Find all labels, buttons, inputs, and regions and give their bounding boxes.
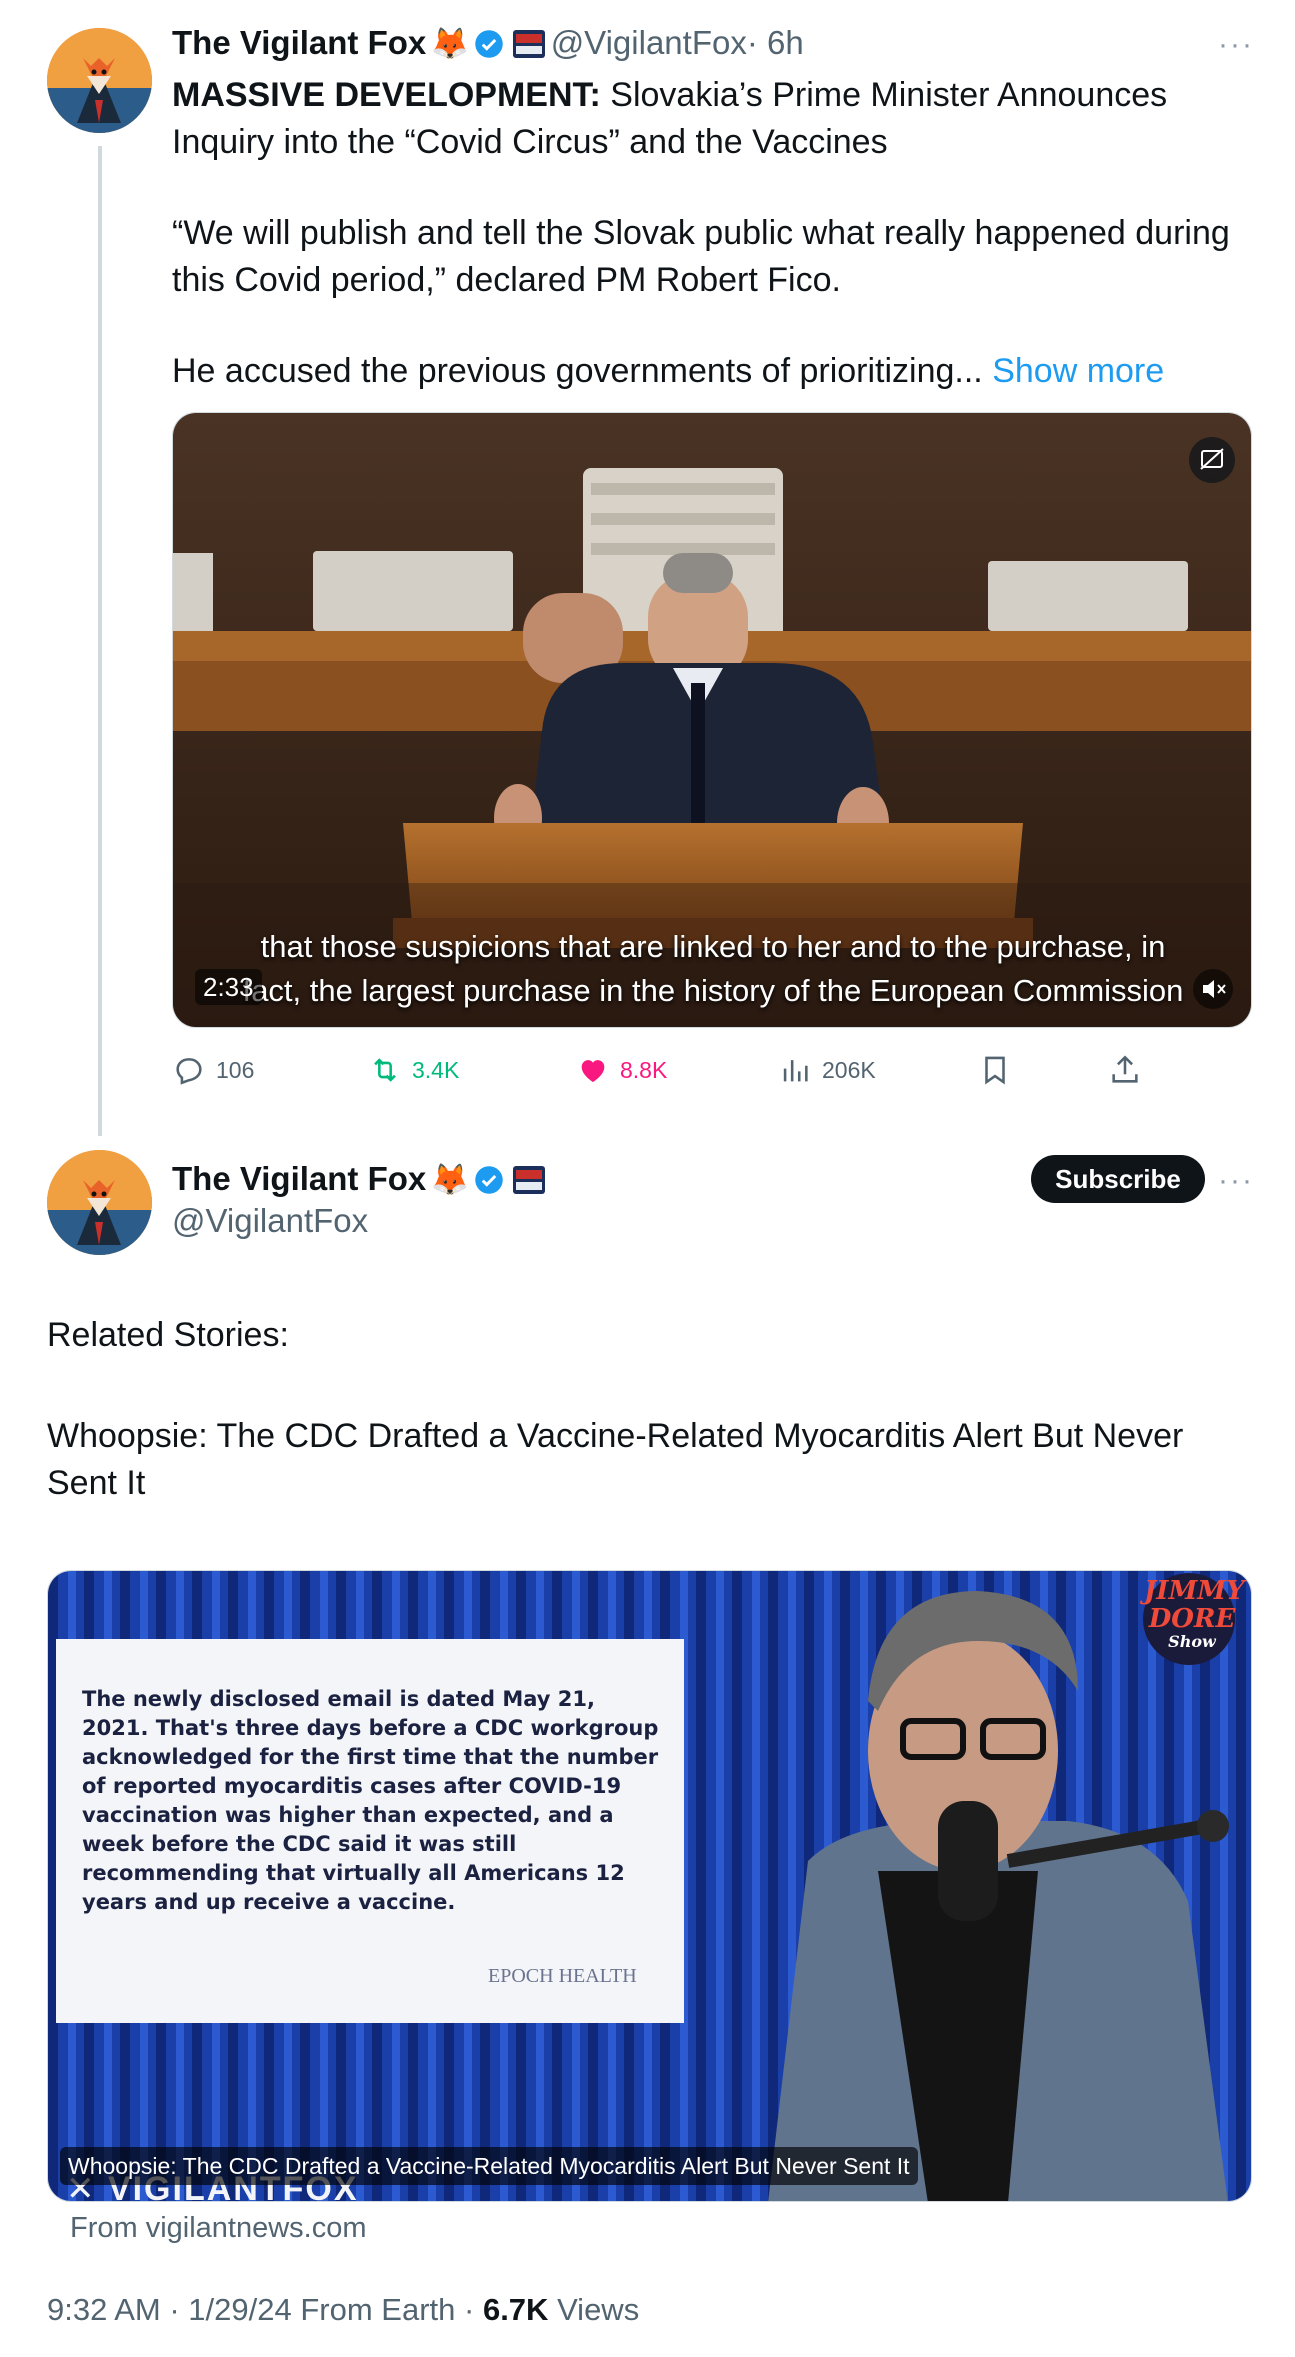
tweet-paragraph-2: “We will publish and tell the Slovak pub… bbox=[172, 214, 1230, 299]
more-options-icon[interactable]: ··· bbox=[1218, 1164, 1254, 1198]
story-title: Whoopsie: The CDC Drafted a Vaccine-Rela… bbox=[47, 1417, 1184, 1502]
share-button[interactable] bbox=[1108, 1048, 1142, 1092]
card-title-overlay: Whoopsie: The CDC Drafted a Vaccine-Rela… bbox=[60, 2147, 918, 2185]
caption-line-2: fact, the largest purchase in the histor… bbox=[242, 973, 1184, 1008]
like-count: 8.8K bbox=[620, 1056, 668, 1083]
mute-icon[interactable] bbox=[1193, 969, 1233, 1009]
show-more-link[interactable]: Show more bbox=[992, 352, 1164, 390]
repost-count: 3.4K bbox=[412, 1056, 460, 1083]
content-settings-icon[interactable] bbox=[1189, 437, 1235, 483]
tweet-truncated-text: He accused the previous governments of p… bbox=[172, 352, 983, 390]
reply-button[interactable]: 106 bbox=[172, 1048, 254, 1092]
repost-button[interactable]: 3.4K bbox=[368, 1048, 459, 1092]
handle[interactable]: @VigilantFox bbox=[551, 24, 747, 61]
verified-badge-icon[interactable] bbox=[474, 29, 504, 59]
video-duration: 2:33 bbox=[195, 969, 262, 1005]
like-button[interactable]: 8.8K bbox=[576, 1048, 667, 1092]
avatar[interactable] bbox=[47, 1150, 152, 1255]
avatar[interactable] bbox=[47, 28, 152, 133]
fox-avatar-icon bbox=[47, 1150, 152, 1255]
handle[interactable]: @VigilantFox bbox=[172, 1202, 368, 1240]
more-options-icon[interactable]: ··· bbox=[1218, 28, 1254, 62]
show-logo: JIMMY DORE Show bbox=[1144, 1576, 1245, 1651]
views-chart-icon bbox=[783, 1060, 808, 1082]
verified-badge-icon[interactable] bbox=[474, 1165, 504, 1195]
fox-emoji: 🦊 bbox=[430, 1162, 470, 1197]
views-button[interactable]: 206K bbox=[778, 1048, 876, 1092]
views-count: 206K bbox=[822, 1056, 876, 1083]
tweet-body: Related Stories: Whoopsie: The CDC Draft… bbox=[47, 1312, 1247, 1507]
bookmark-icon bbox=[985, 1056, 1005, 1085]
video-captions: that those suspicions that are linked to… bbox=[173, 925, 1251, 1013]
link-card[interactable]: The newly disclosed email is dated May 2… bbox=[47, 1570, 1252, 2202]
tweet-header: The Vigilant Fox 🦊 @VigilantFox· 6h bbox=[172, 24, 804, 68]
tweet-actions: 106 3.4K 8.8K 206K bbox=[172, 1048, 1172, 1092]
views-label: Views bbox=[557, 2292, 640, 2327]
views-total: 6.7K bbox=[482, 2292, 549, 2327]
tweet-body: MASSIVE DEVELOPMENT: Slovakia’s Prime Mi… bbox=[172, 72, 1252, 395]
timestamp[interactable]: · 6h bbox=[747, 24, 804, 61]
caption-line-1: that those suspicions that are linked to… bbox=[260, 929, 1166, 964]
show-logo-line-2: DORE bbox=[1148, 1604, 1236, 1634]
tweet-lead-bold: MASSIVE DEVELOPMENT: bbox=[172, 76, 601, 114]
fox-emoji: 🦊 bbox=[430, 26, 470, 61]
affiliate-badge-icon[interactable] bbox=[512, 29, 546, 59]
video-player[interactable]: that those suspicions that are linked to… bbox=[172, 412, 1252, 1028]
related-stories-heading: Related Stories: bbox=[47, 1316, 289, 1354]
tweet-meta: 9:32 AM · 1/29/24 From Earth · 6.7K View… bbox=[47, 2292, 639, 2328]
slide-source: EPOCH HEALTH bbox=[488, 1965, 637, 1987]
display-name[interactable]: The Vigilant Fox bbox=[172, 1160, 426, 1197]
tweet-header: The Vigilant Fox 🦊 bbox=[172, 1160, 546, 1198]
slide-text: The newly disclosed email is dated May 2… bbox=[82, 1687, 659, 1914]
show-logo-line-3: Show bbox=[1168, 1632, 1216, 1651]
reply-icon bbox=[176, 1058, 202, 1085]
heart-filled-icon bbox=[581, 1060, 605, 1083]
post-time[interactable]: 9:32 AM bbox=[47, 2292, 161, 2327]
display-name[interactable]: The Vigilant Fox bbox=[172, 24, 426, 61]
repost-icon bbox=[374, 1058, 396, 1082]
share-icon bbox=[1112, 1055, 1138, 1083]
fox-avatar-icon bbox=[47, 28, 152, 133]
show-logo-line-1: JIMMY bbox=[1144, 1576, 1245, 1606]
reply-count: 106 bbox=[216, 1056, 255, 1083]
bookmark-button[interactable] bbox=[978, 1048, 1012, 1092]
tweet-paragraph-1: MASSIVE DEVELOPMENT: Slovakia’s Prime Mi… bbox=[172, 72, 1252, 166]
affiliate-badge-icon[interactable] bbox=[512, 1165, 546, 1195]
tweet-paragraph-3: He accused the previous governments of p… bbox=[172, 348, 1252, 395]
subscribe-button[interactable]: Subscribe bbox=[1031, 1155, 1205, 1203]
card-source-link[interactable]: From vigilantnews.com bbox=[70, 2212, 367, 2245]
post-date: · 1/29/24 From Earth · bbox=[169, 2292, 475, 2327]
thread-connector-line bbox=[98, 146, 102, 1136]
